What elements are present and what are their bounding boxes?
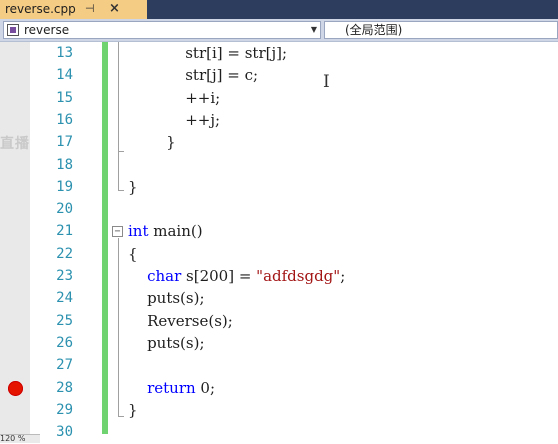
line-number: 29 (56, 401, 73, 418)
code-token: main() (148, 222, 203, 241)
code-line[interactable]: 14 str[j] = c; (0, 65, 558, 87)
line-number: 18 (56, 156, 73, 173)
code-line[interactable]: 29} (0, 400, 558, 422)
code-token: ; (340, 267, 346, 285)
code-line[interactable]: 13 str[i] = str[j]; (0, 43, 558, 65)
outline-guide-end (118, 151, 124, 152)
namespace-dropdown-value: (全局范围) (345, 23, 403, 37)
code-token: 0; (195, 378, 216, 397)
code-line[interactable]: 20 (0, 199, 558, 221)
code-editor[interactable]: 13 str[i] = str[j]; 14 str[j] = c; 15 ++i;… (0, 42, 558, 440)
tab-reverse-cpp[interactable]: reverse.cpp ⊣ × (0, 0, 147, 19)
collapse-icon[interactable]: − (112, 226, 123, 238)
code-text: } (128, 400, 138, 420)
line-number: 14 (56, 67, 73, 84)
code-text: str[i] = str[j]; (128, 43, 287, 63)
code-line[interactable]: 27 (0, 355, 558, 377)
code-line[interactable]: 16 ++j; (0, 110, 558, 132)
line-number: 21 (56, 223, 73, 240)
scope-dropdown-value: reverse (24, 23, 70, 37)
line-number: 17 (56, 134, 73, 151)
line-number: 26 (56, 334, 73, 351)
code-token: str[i] = str[j]; (128, 44, 288, 62)
code-token: puts(s); (128, 289, 205, 308)
pin-icon[interactable]: ⊣ (85, 2, 95, 16)
code-line[interactable]: 17 } (0, 132, 558, 154)
outline-guide (118, 42, 119, 190)
code-text: } (128, 177, 138, 197)
code-token: str[j] = c; (128, 66, 259, 85)
code-text: str[j] = c; (128, 65, 258, 85)
code-token: puts(s); (128, 333, 205, 352)
outline-guide-end (118, 416, 124, 417)
code-line[interactable]: 15 ++i; (0, 88, 558, 110)
code-line[interactable]: 18 (0, 155, 558, 177)
code-text: ++i; (128, 88, 220, 108)
line-number: 27 (56, 357, 73, 374)
code-text: return 0; (128, 378, 215, 398)
code-text: { (128, 244, 138, 264)
code-line[interactable]: 21 int main() − (0, 221, 558, 243)
line-number: 28 (56, 379, 73, 396)
code-token: } (128, 177, 138, 196)
code-line[interactable]: 24 puts(s); (0, 288, 558, 310)
code-text: } (128, 132, 176, 152)
code-text: int main() (128, 221, 203, 241)
document-tab-bar: reverse.cpp ⊣ × (0, 0, 558, 19)
line-number: 15 (56, 89, 73, 106)
class-icon (7, 24, 19, 36)
code-text: puts(s); (128, 333, 205, 353)
text-cursor-icon: I (323, 72, 330, 92)
code-line[interactable]: 28 return 0; (0, 378, 558, 400)
keyword-token: return (147, 378, 196, 397)
string-token: "adfdsgdg" (256, 267, 341, 285)
tab-label: reverse.cpp (5, 2, 76, 16)
code-line[interactable]: 26 puts(s); (0, 333, 558, 355)
line-number: 25 (56, 312, 73, 329)
code-line[interactable]: 19} (0, 177, 558, 199)
chevron-down-icon[interactable]: ▼ (311, 23, 317, 37)
code-text: ++j; (128, 110, 220, 130)
code-text: Reverse(s); (128, 311, 233, 331)
code-line[interactable]: 22 { (0, 244, 558, 266)
code-line[interactable]: 30 (0, 422, 558, 444)
line-number: 23 (56, 268, 73, 284)
code-line[interactable]: 25 Reverse(s); (0, 311, 558, 333)
namespace-dropdown[interactable]: (全局范围) (324, 21, 558, 39)
code-token: ++i; (128, 88, 221, 107)
code-token: Reverse(s); (128, 311, 233, 330)
code-line[interactable]: 23 char s[200] = "adfdsgdg"; (0, 266, 558, 288)
code-token: } (128, 133, 176, 152)
code-token: s[200] = (181, 267, 257, 285)
line-number: 24 (56, 290, 73, 307)
code-token: { (128, 244, 138, 263)
line-number: 16 (56, 111, 73, 128)
keyword-token: char (147, 267, 182, 285)
outline-guide-end (118, 190, 124, 191)
line-number: 22 (56, 245, 73, 262)
navigation-bar: reverse ▼ (全局范围) (0, 19, 558, 42)
watermark-text: 直播 (0, 136, 30, 152)
line-number: 13 (56, 45, 73, 61)
code-token: } (128, 400, 138, 419)
code-token: ++j; (128, 110, 221, 129)
keyword-token: int (128, 222, 149, 241)
breakpoint-icon[interactable] (8, 380, 23, 396)
code-text: puts(s); (128, 288, 205, 308)
outline-guide (118, 238, 119, 416)
line-number: 19 (56, 178, 73, 195)
scope-dropdown[interactable]: reverse ▼ (3, 21, 321, 39)
code-text: char s[200] = "adfdsgdg"; (128, 266, 345, 286)
close-icon[interactable]: × (109, 1, 120, 17)
line-number: 20 (56, 201, 73, 218)
